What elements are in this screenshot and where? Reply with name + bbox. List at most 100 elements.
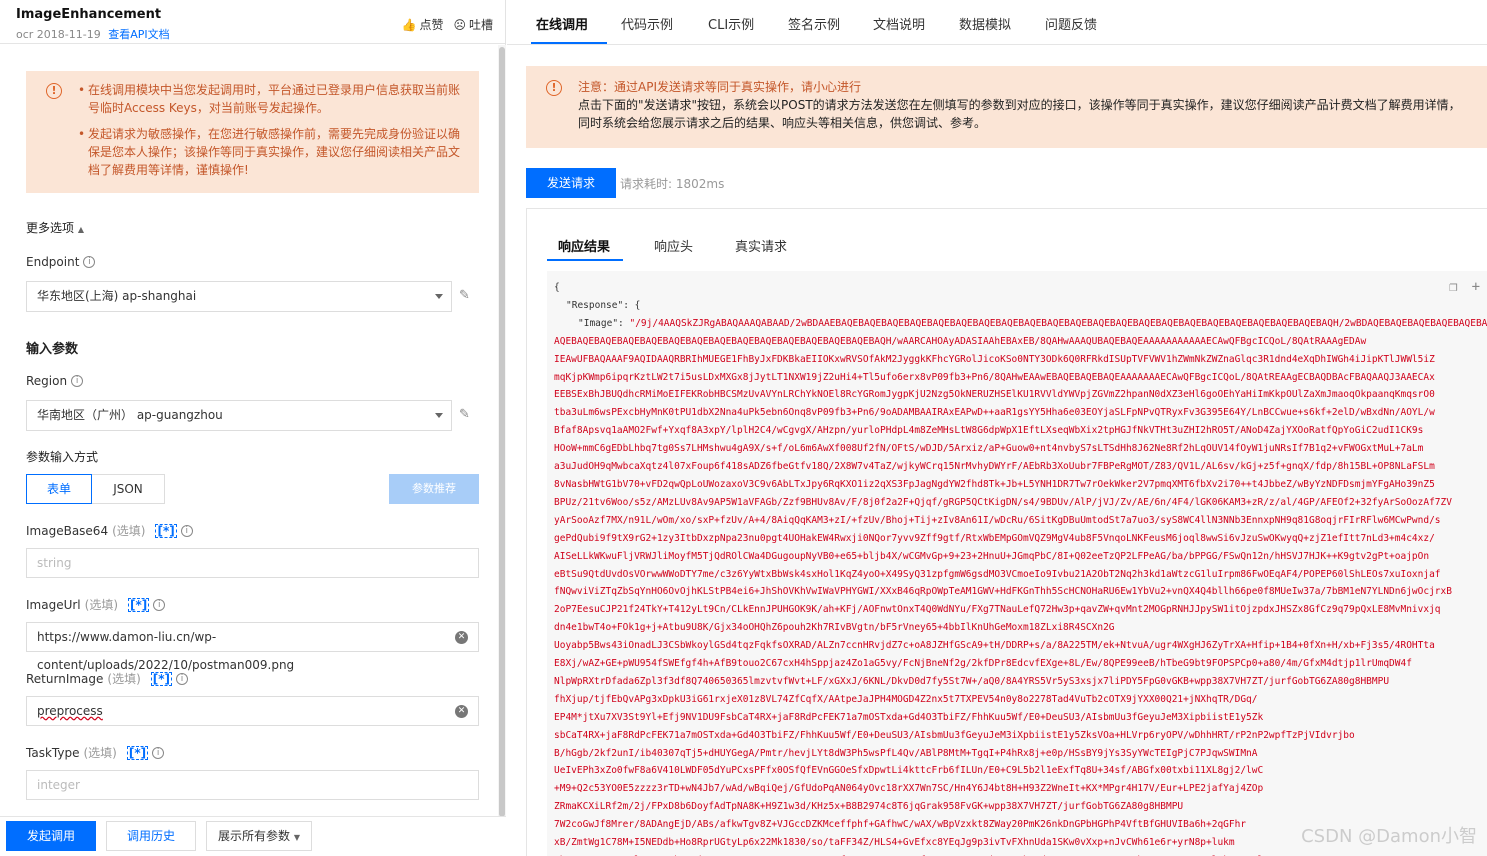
- form-mode-button[interactable]: 表单: [26, 474, 92, 504]
- code-line: a3uJudOH9qMwbcaXqtz4l07xFoup6f418sADZ6fb…: [554, 461, 1435, 473]
- code-line: EEBSExBhJBUQdhcRMiMoEIFEKRobHBCSMzUvAVYn…: [554, 389, 1435, 401]
- copy-icon[interactable]: ❐: [1449, 279, 1457, 297]
- more-options-toggle[interactable]: 更多选项 ▲: [26, 219, 84, 236]
- history-button[interactable]: 调用历史: [106, 821, 196, 851]
- code-line: yArSooAzf7MX/n91L/wOm/xo/sxP+fzUv/A+4/8A…: [554, 514, 1441, 526]
- json-edit-icon[interactable]: [*]: [128, 597, 150, 612]
- code-line: "Response": {: [566, 299, 641, 311]
- right-warning-box: ! 注意：通过API发送请求等同于真实操作，请小心进行 点击下面的"发送请求"按…: [526, 66, 1487, 148]
- tab-feedback[interactable]: 问题反馈: [1045, 14, 1097, 33]
- like-label: 点赞: [419, 18, 444, 32]
- info-icon[interactable]: i: [180, 524, 193, 537]
- endpoint-select[interactable]: 华东地区(上海) ap-shanghai: [26, 281, 452, 312]
- show-all-params-dropdown[interactable]: 展示所有参数 ▼: [206, 821, 312, 851]
- thumbs-up-icon: 👍: [401, 17, 417, 32]
- code-line: B/hGgb/2kf2unI/ib40307qTj5+dHUYGegA/Pmtr…: [554, 747, 1258, 759]
- caret-down-icon: ▼: [293, 833, 300, 842]
- tab-signature-sample[interactable]: 签名示例: [788, 14, 840, 33]
- endpoint-label-text: Endpoint: [26, 255, 80, 269]
- tab-code-sample[interactable]: 代码示例: [621, 14, 673, 33]
- code-line: gePdQubi9f9tX9rG2+1zy3ItbDxzpNpa23nu0pgt…: [554, 532, 1435, 544]
- json-edit-icon[interactable]: [*]: [150, 671, 173, 686]
- json-mode-button[interactable]: JSON: [92, 474, 165, 504]
- param-recommend-button[interactable]: 参数推荐: [389, 474, 479, 504]
- code-line: "Image": "/9j/4AAQSkZJRgABAQAAAQABAAD/2w…: [554, 315, 1487, 333]
- invoke-button[interactable]: 发起调用: [6, 821, 96, 851]
- info-icon[interactable]: i: [153, 598, 166, 611]
- warning-line: 点击下面的"发送请求"按钮，系统会以POST的请求方法发送您在左侧填写的参数到对…: [578, 98, 1461, 112]
- json-edit-icon[interactable]: [*]: [155, 523, 177, 538]
- api-doc-link[interactable]: 查看API文档: [108, 28, 169, 41]
- input-params-title: 输入参数: [26, 342, 79, 357]
- code-line: ZRmaKCXiLRf2m/2j/FPxD8b6DoyfAdTpNA8K+H9Z…: [554, 801, 1184, 813]
- like-button[interactable]: 👍 点赞: [402, 16, 444, 33]
- scrollbar-thumb[interactable]: [499, 47, 505, 817]
- elapsed-time: 请求耗时: 1802ms: [620, 177, 725, 191]
- warning-icon: !: [46, 83, 62, 99]
- imageurl-label-text: ImageUrl: [26, 597, 81, 612]
- tab-cli-sample[interactable]: CLI示例: [708, 14, 754, 33]
- feedback-label: 吐槽: [468, 18, 493, 32]
- code-line: Bfaf8Apsvq1aAMO2Fwf+Yxqf8A3xpY/lplH2C4/w…: [554, 425, 1424, 437]
- region-label: Region i: [26, 374, 84, 388]
- endpoint-value: 华东地区(上海) ap-shanghai: [37, 289, 197, 303]
- imagebase64-input[interactable]: string: [26, 548, 479, 578]
- top-tabs: 在线调用 代码示例 CLI示例 签名示例 文档说明 数据模拟 问题反馈: [507, 0, 1487, 45]
- left-scrollbar[interactable]: [498, 45, 506, 817]
- warning-icon: !: [546, 80, 562, 96]
- warning-line: 注意：通过API发送请求等同于真实操作，请小心进行: [578, 80, 861, 94]
- active-response-tab-indicator: [547, 259, 623, 261]
- pencil-icon[interactable]: ✎: [459, 288, 473, 303]
- imageurl-input[interactable]: https://www.damon-liu.cn/wp-content/uplo…: [26, 622, 479, 672]
- code-line: sbCaT4RX+jaF8RdPcFEK71a7mOSTxda+Gd4O3Tbi…: [554, 729, 1355, 741]
- app-version: ocr 2018-11-19: [16, 28, 101, 41]
- show-all-label: 展示所有参数: [218, 829, 291, 843]
- clear-icon[interactable]: ✕: [455, 631, 468, 644]
- tab-real-request[interactable]: 真实请求: [735, 236, 787, 255]
- imageurl-value: https://www.damon-liu.cn/wp-content/uplo…: [37, 630, 295, 672]
- caret-down-icon: [435, 413, 443, 418]
- send-request-button[interactable]: 发送请求: [526, 168, 616, 198]
- tab-response-headers[interactable]: 响应头: [654, 236, 693, 255]
- header-actions: 👍 点赞 ☹ 吐槽: [402, 16, 494, 33]
- json-edit-icon[interactable]: [*]: [126, 745, 149, 760]
- tab-data-mock[interactable]: 数据模拟: [959, 14, 1011, 33]
- more-options-label: 更多选项: [26, 221, 75, 235]
- tasktype-label: TaskType (选填) [*] i: [26, 744, 165, 761]
- region-label-text: Region: [26, 374, 68, 388]
- tasktype-input[interactable]: integer: [26, 770, 479, 800]
- code-line: AQEBAQEBAQEBAQEBAQEBAQEBAQEBAQEBAQEBAQEB…: [554, 335, 1367, 347]
- code-line: NlpWpRXtrDfada6Zpl3f3df8Q740650365lmzvtv…: [554, 675, 1390, 687]
- watermark: CSDN @Damon小智: [1301, 826, 1477, 847]
- code-line: IEAwUFBAQAAAF9AQIDAAQRBRIhMUEGE1FhByJxFD…: [554, 353, 1435, 365]
- endpoint-label: Endpoint i: [26, 255, 96, 269]
- info-icon[interactable]: i: [83, 256, 96, 268]
- caret-down-icon: [435, 294, 443, 299]
- code-line: +M9+Q2c53YO0E5zzzz3rTD+wN4Jb7/wAd/wBqiQe…: [554, 783, 1264, 795]
- returnimage-input[interactable]: preprocess ✕: [26, 696, 479, 726]
- returnimage-label-text: ReturnImage: [26, 671, 104, 686]
- optional-tag: (选填): [83, 746, 117, 760]
- plus-icon[interactable]: +: [1472, 279, 1480, 297]
- info-icon[interactable]: i: [152, 746, 165, 759]
- tab-docs[interactable]: 文档说明: [873, 14, 925, 33]
- tab-online-call[interactable]: 在线调用: [536, 14, 588, 33]
- pencil-icon[interactable]: ✎: [459, 407, 473, 422]
- info-icon[interactable]: i: [176, 672, 189, 685]
- tab-response-result[interactable]: 响应结果: [558, 236, 610, 255]
- response-code-block[interactable]: ❐ + { "Response": { "Image": "/9j/4AAQSk…: [547, 271, 1487, 856]
- info-icon[interactable]: i: [71, 375, 84, 387]
- feedback-button[interactable]: ☹ 吐槽: [453, 16, 493, 33]
- param-mode-toggle: 表单 JSON: [26, 474, 165, 504]
- code-line: E8Xj/wAZ+GE+pWU954fSWEfgf4h+AfB9touo2C67…: [554, 658, 1412, 670]
- optional-tag: (选填): [84, 598, 119, 612]
- returnimage-value: preprocess: [37, 704, 103, 718]
- left-warning-box: ! 在线调用模块中当您发起调用时，平台通过已登录用户信息获取当前账号临时Acce…: [26, 71, 479, 193]
- response-card: 响应结果 响应头 真实请求 ❐ + { "Response": { "Image…: [526, 208, 1487, 856]
- clear-icon[interactable]: ✕: [455, 705, 468, 718]
- optional-tag: (选填): [112, 524, 146, 538]
- code-line: fNQwviViZTqZbSqYnHO6OvOjhKLStPB4ei6+JhSh…: [554, 586, 1452, 598]
- region-select[interactable]: 华南地区（广州） ap-guangzhou: [26, 400, 452, 431]
- tasktype-label-text: TaskType: [26, 745, 80, 760]
- code-line: fhXjup/tjfEbQvAPg3xDpkU3iG61rxjeX01z8VL7…: [554, 693, 1258, 705]
